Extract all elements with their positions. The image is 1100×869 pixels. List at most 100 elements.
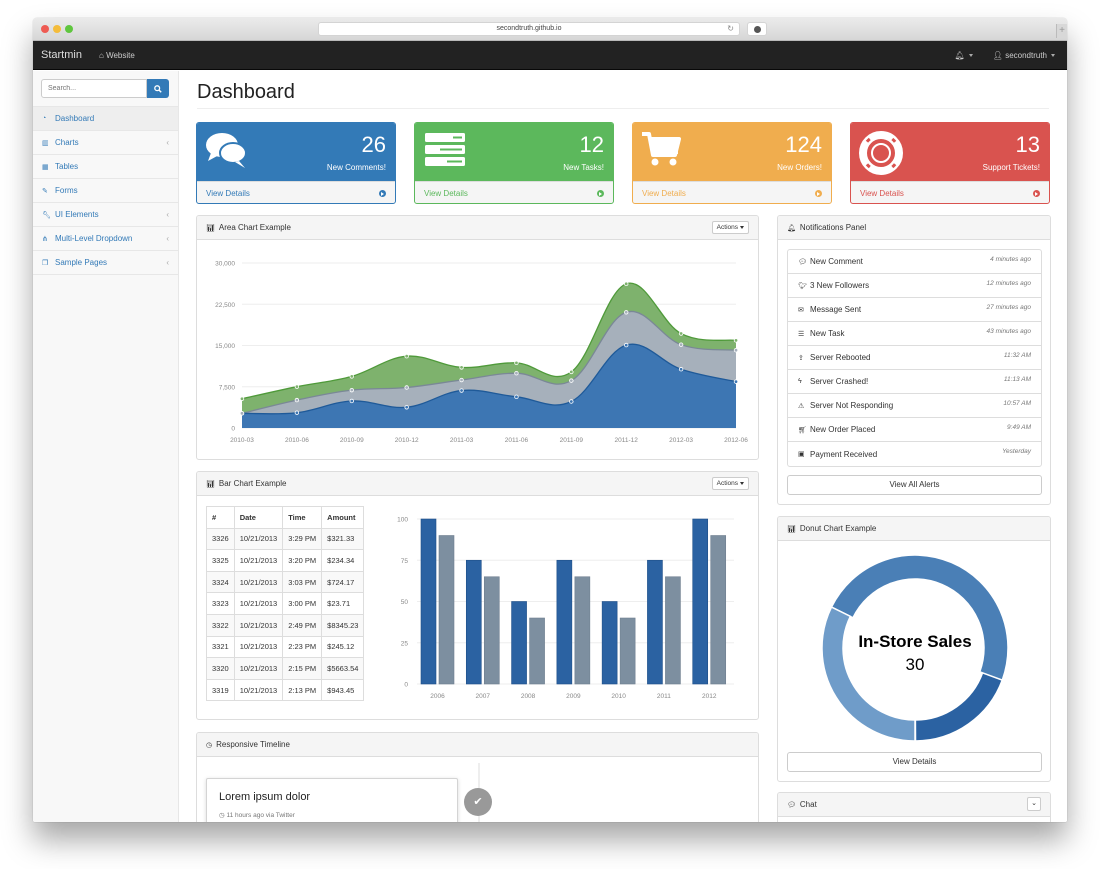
maximize-window-button[interactable] [65, 25, 73, 33]
view-all-alerts-button[interactable]: View All Alerts [787, 475, 1042, 495]
notification-item[interactable]: 🐦︎ 3 New Followers 12 minutes ago [788, 274, 1041, 298]
home-icon: ⌂ [99, 51, 104, 60]
data-point[interactable] [404, 354, 409, 359]
notification-item[interactable]: ⚠ Server Not Responding 10:57 AM [788, 394, 1041, 418]
stat-label: New Tasks! [563, 163, 604, 172]
table-cell: $5663.54 [321, 657, 365, 680]
data-point[interactable] [733, 379, 739, 384]
data-point[interactable] [459, 377, 464, 383]
notification-label: Message Sent [810, 305, 862, 314]
sidebar-item-sample-pages[interactable]: ❐ Sample Pages ‹ [33, 251, 178, 275]
data-point[interactable] [404, 385, 409, 390]
brand-logo[interactable]: Startmin [41, 49, 82, 61]
data-point[interactable] [349, 398, 354, 404]
view-details-link[interactable]: View Details [851, 181, 1049, 203]
bar[interactable] [529, 617, 545, 685]
data-point[interactable] [514, 394, 519, 400]
area-actions-button[interactable]: Actions [711, 221, 749, 234]
x-tick-label: 2009 [566, 693, 581, 700]
chat-toggle-button[interactable]: ⌄ [1027, 797, 1041, 811]
column-header: Time [282, 506, 323, 529]
data-point[interactable] [624, 281, 629, 287]
donut-view-details-button[interactable]: View Details [787, 752, 1042, 772]
data-point[interactable] [569, 399, 574, 404]
notification-time: 11:13 AM [1003, 376, 1031, 383]
sidebar-item-forms[interactable]: ✎ Forms [33, 179, 178, 203]
new-tab-button[interactable]: + [1056, 24, 1067, 38]
notification-item[interactable]: 🛒︎ New Order Placed 9:49 AM [788, 418, 1041, 442]
address-bar[interactable]: secondtruth.github.io ↻ [318, 22, 740, 36]
bar[interactable] [601, 601, 618, 685]
bar[interactable] [692, 518, 709, 685]
notification-item[interactable]: ▣ Payment Received Yesterday [788, 442, 1041, 466]
data-point[interactable] [733, 338, 739, 343]
data-point[interactable] [294, 410, 300, 415]
data-point[interactable] [569, 378, 574, 383]
downloads-button[interactable] [747, 22, 767, 36]
notification-item[interactable]: ϟ Server Crashed! 11:13 AM [788, 370, 1041, 394]
data-point[interactable] [678, 342, 684, 347]
table-cell: 10/21/2013 [233, 678, 284, 702]
bar[interactable] [465, 559, 482, 685]
x-tick-label: 2012-06 [724, 437, 748, 444]
bar[interactable] [420, 518, 437, 685]
comments-icon [205, 131, 249, 173]
bar[interactable] [438, 535, 455, 685]
table-cell: 3:29 PM [282, 527, 323, 551]
data-point[interactable] [624, 310, 629, 315]
data-point[interactable] [239, 396, 245, 401]
sidebar-item-tables[interactable]: ▦ Tables [33, 155, 178, 179]
notification-item[interactable]: ⇪ Server Rebooted 11:32 AM [788, 346, 1041, 370]
bar[interactable] [556, 559, 573, 685]
notification-item[interactable]: ☰ New Task 43 minutes ago [788, 322, 1041, 346]
stat-card: 26 New Comments! View Details [196, 122, 396, 204]
notification-item[interactable]: 💬︎ New Comment 4 minutes ago [788, 250, 1041, 274]
user-dropdown[interactable]: 👤︎ secondtruth [993, 51, 1055, 60]
data-point[interactable] [349, 387, 354, 393]
sidebar-search-input[interactable] [41, 79, 147, 98]
search-button[interactable] [147, 79, 169, 98]
bar[interactable] [483, 576, 500, 685]
data-point[interactable] [404, 405, 409, 410]
sidebar-item-ui-elements[interactable]: 🔧︎ UI Elements ‹ [33, 203, 178, 227]
data-point[interactable] [678, 331, 684, 336]
sidebar-item-charts[interactable]: ▥ Charts ‹ [33, 131, 178, 155]
data-point[interactable] [239, 411, 245, 416]
bar[interactable] [710, 535, 727, 685]
data-point[interactable] [459, 388, 464, 393]
bar-actions-button[interactable]: Actions [711, 477, 749, 490]
table-cell: 2:49 PM [282, 613, 323, 637]
data-point[interactable] [294, 384, 300, 389]
data-point[interactable] [624, 342, 629, 348]
minimize-window-button[interactable] [53, 25, 61, 33]
data-point[interactable] [678, 367, 684, 372]
sitemap-icon: ⋔ [42, 235, 48, 243]
chevron-left-icon: ‹ [166, 210, 169, 219]
view-details-link[interactable]: View Details [197, 181, 395, 203]
bar[interactable] [665, 576, 681, 685]
bar[interactable] [647, 559, 663, 685]
close-window-button[interactable] [41, 25, 49, 33]
reload-icon[interactable]: ↻ [727, 23, 734, 35]
website-link[interactable]: ⌂ Website [99, 51, 135, 60]
sidebar-item-dashboard[interactable]: ◔ Dashboard [33, 107, 178, 131]
data-point[interactable] [514, 360, 519, 366]
sidebar-item-multi-level-dropdown[interactable]: ⋔ Multi-Level Dropdown ‹ [33, 227, 178, 251]
bar[interactable] [574, 576, 591, 685]
data-point[interactable] [733, 348, 739, 353]
data-point[interactable] [459, 365, 464, 370]
view-details-link[interactable]: View Details [633, 181, 831, 203]
table-cell: 3:03 PM [282, 570, 323, 594]
data-point[interactable] [569, 369, 574, 375]
alerts-dropdown[interactable]: 🔔︎ [955, 51, 973, 60]
bar[interactable] [619, 617, 636, 685]
data-point[interactable] [294, 397, 300, 403]
data-point[interactable] [514, 371, 519, 376]
bar-chart-panel: 📊︎ Bar Chart Example Actions # Date Time Am… [196, 471, 759, 720]
bar[interactable] [511, 601, 527, 685]
y-tick-label: 0 [404, 682, 408, 689]
panel-title: Donut Chart Example [799, 524, 877, 533]
notification-item[interactable]: ✉ Message Sent 27 minutes ago [788, 298, 1041, 322]
data-point[interactable] [349, 374, 354, 379]
view-details-link[interactable]: View Details [415, 181, 613, 203]
